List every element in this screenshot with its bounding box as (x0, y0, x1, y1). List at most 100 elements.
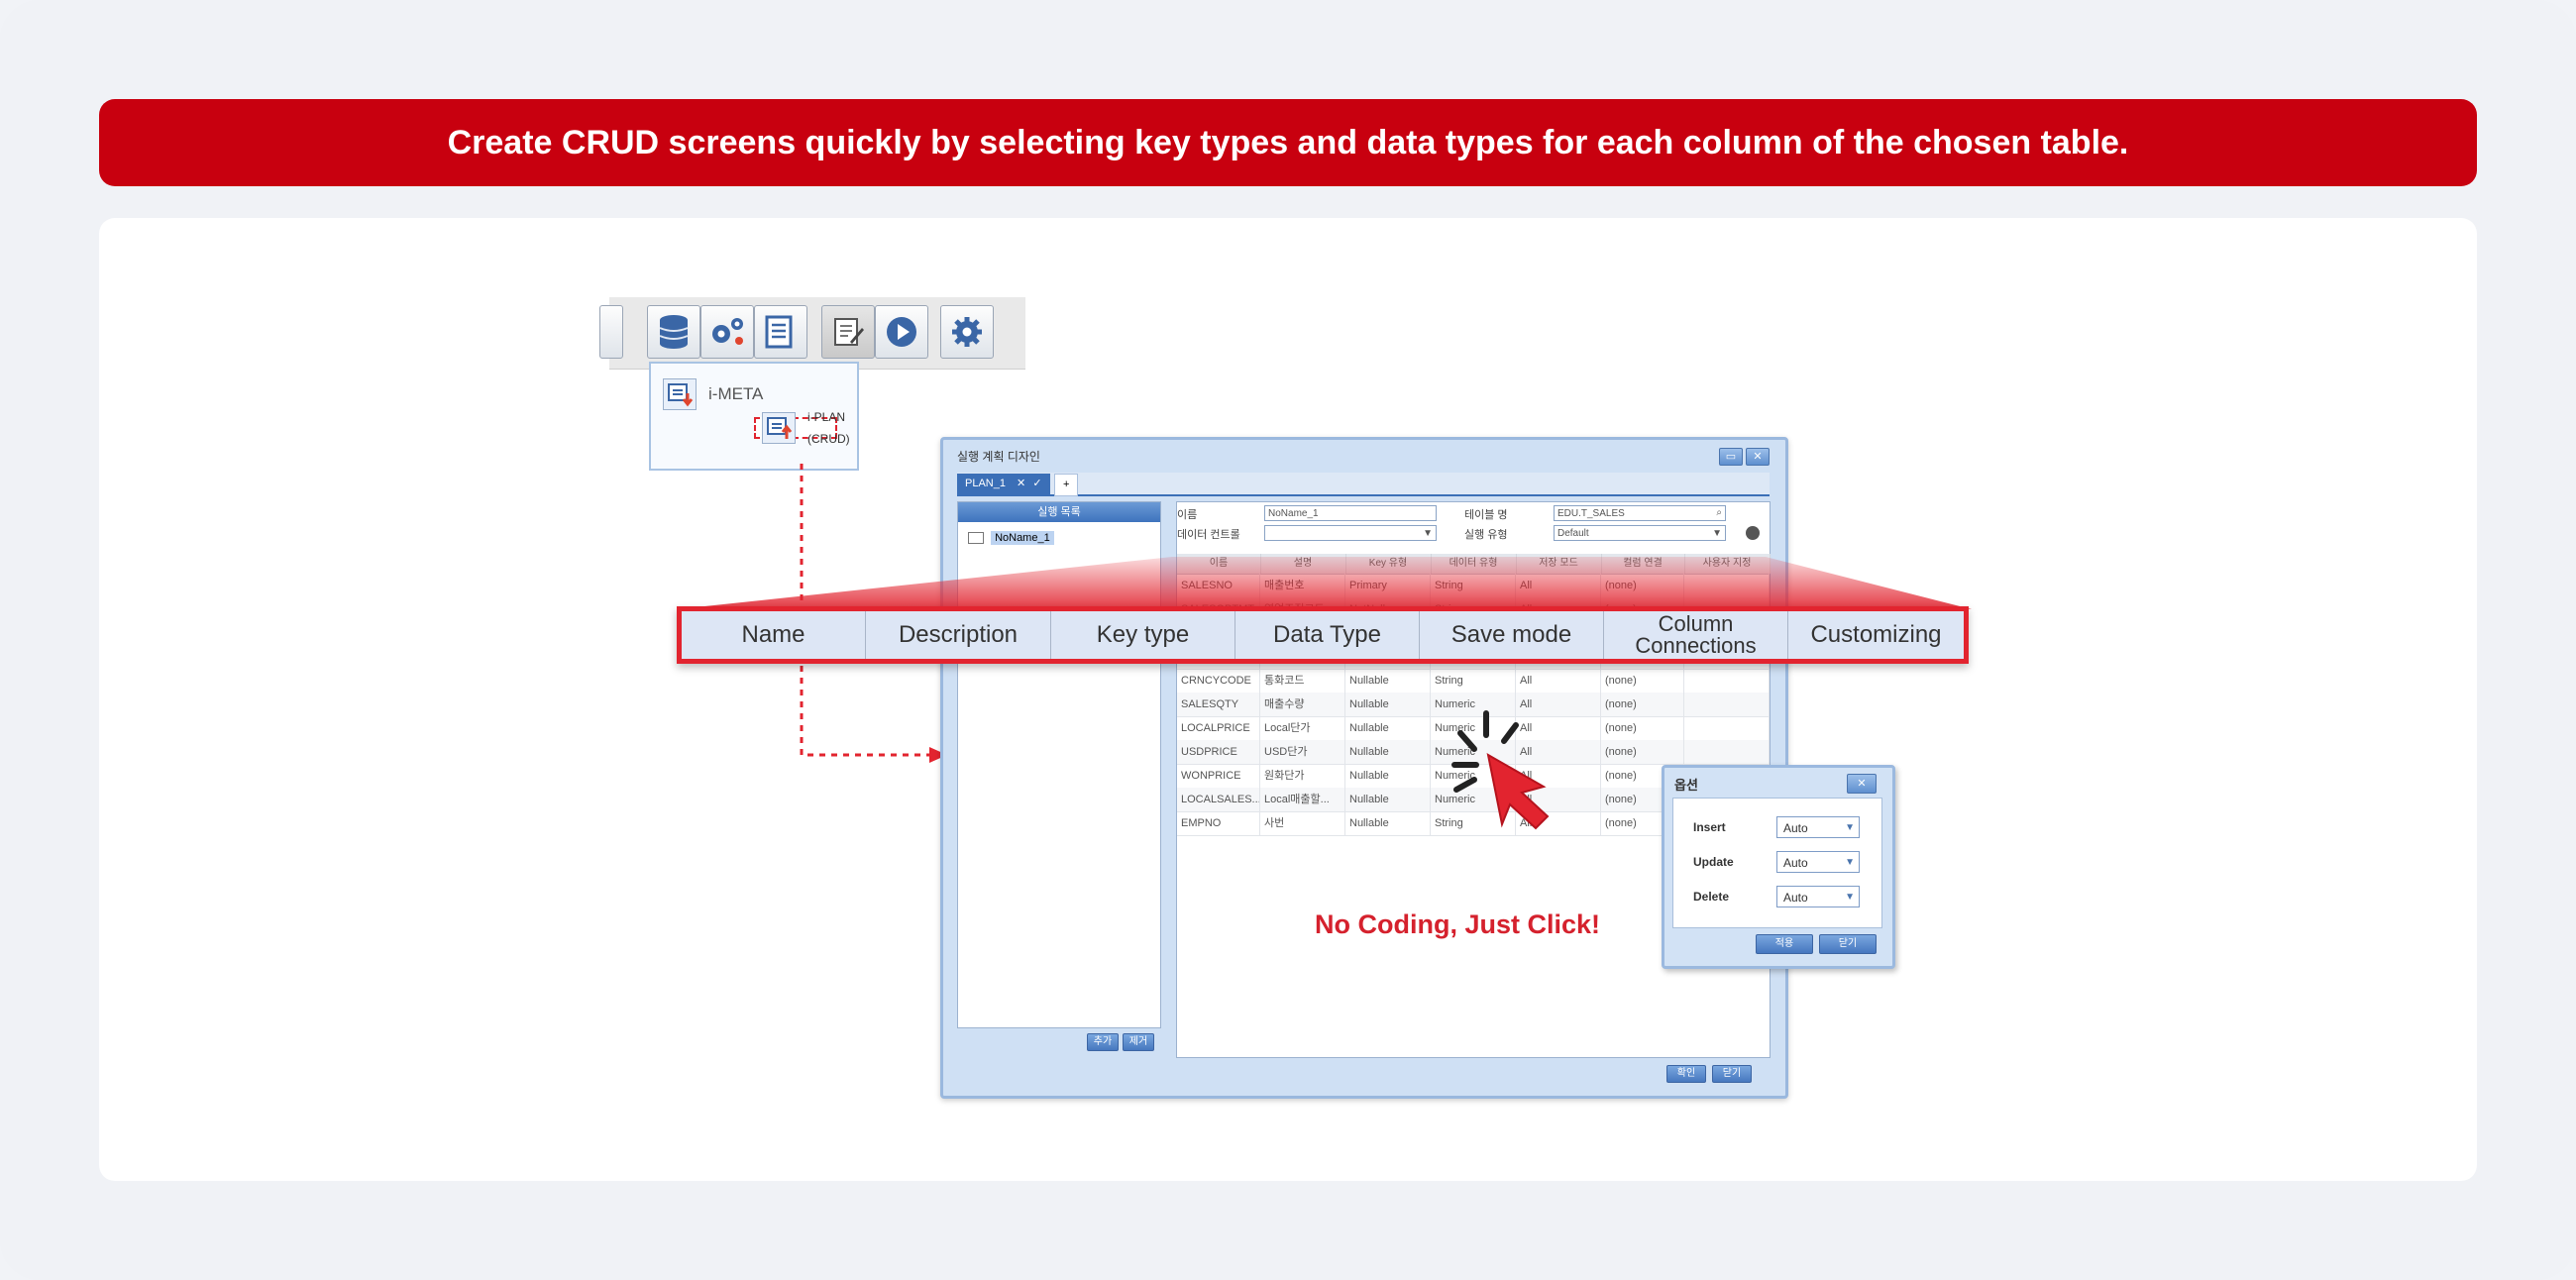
chevron-down-icon: ▼ (1845, 822, 1855, 833)
table-cell[interactable]: LOCALPRICE (1177, 716, 1260, 740)
update-value: Auto (1783, 856, 1808, 870)
play-icon (887, 317, 916, 347)
chevron-down-icon: ▼ (1423, 528, 1433, 539)
table-cell[interactable]: USDPRICE (1177, 740, 1260, 764)
zoom-col-line: Column (1658, 611, 1734, 636)
toolbar-partial-button[interactable] (599, 305, 623, 359)
table-cell[interactable]: WONPRICE (1177, 764, 1260, 788)
edit-button[interactable] (821, 305, 875, 359)
table-cell[interactable]: (none) (1601, 716, 1684, 740)
table-cell[interactable]: Local매출할... (1260, 788, 1345, 811)
tab-edit-icon[interactable]: ✓ (1032, 478, 1041, 489)
table-cell[interactable]: (none) (1601, 669, 1684, 693)
options-close-button[interactable]: 닫기 (1819, 934, 1877, 954)
ide-toolbar (599, 297, 1025, 370)
tab-plan-1[interactable]: PLAN_1 ✕ ✓ (957, 474, 1050, 494)
table-cell[interactable]: Nullable (1345, 716, 1431, 740)
database-button[interactable] (647, 305, 700, 359)
table-cell[interactable]: 매출수량 (1260, 693, 1345, 716)
search-icon[interactable]: ⌕ (1716, 505, 1722, 521)
ok-button[interactable]: 확인 (1666, 1065, 1706, 1083)
add-button[interactable]: 추가 (1087, 1033, 1119, 1051)
table-cell[interactable]: (none) (1601, 693, 1684, 716)
table-cell[interactable]: 원화단가 (1260, 764, 1345, 788)
grid-header-cell: 저장 모드 (1516, 554, 1602, 574)
table-cell[interactable]: EMPNO (1177, 811, 1260, 835)
options-dialog: 옵션 ✕ Insert Auto ▼ Update Auto ▼ Delete Au… (1662, 765, 1895, 969)
name-input[interactable]: NoName_1 (1264, 505, 1437, 521)
table-cell[interactable]: Nullable (1345, 788, 1431, 811)
table-cell[interactable]: SALESNO (1177, 574, 1260, 597)
table-input[interactable]: EDU.T_SALES ⌕ (1554, 505, 1726, 521)
data-control-select[interactable]: ▼ (1264, 525, 1437, 541)
options-close-icon[interactable]: ✕ (1847, 774, 1877, 794)
menu-item-label: i-PLAN (CRUD) (807, 410, 850, 446)
update-select[interactable]: Auto ▼ (1776, 851, 1860, 873)
delete-select[interactable]: Auto ▼ (1776, 886, 1860, 907)
table-row[interactable]: SALESNO 매출번호 Primary String All (none) (1177, 574, 1770, 598)
table-value: EDU.T_SALES (1557, 508, 1625, 519)
zoom-col-line: Connections (1635, 633, 1757, 658)
menu-item-i-plan[interactable]: i-PLAN (CRUD) (754, 410, 850, 446)
tree-item-noname[interactable]: NoName_1 (968, 531, 1054, 545)
table-cell[interactable]: USD단가 (1260, 740, 1345, 764)
plan-tabbar: PLAN_1 ✕ ✓ + (957, 473, 1770, 496)
database-icon (659, 315, 689, 349)
table-cell[interactable]: All (1516, 669, 1601, 693)
table-cell[interactable]: String (1431, 669, 1516, 693)
close-window-button[interactable]: ✕ (1746, 448, 1770, 466)
table-cell[interactable]: 매출번호 (1260, 574, 1345, 597)
table-cell[interactable]: CRNCYCODE (1177, 669, 1260, 693)
table-cell[interactable]: (none) (1601, 574, 1684, 597)
add-tab-button[interactable]: + (1054, 474, 1079, 496)
table-cell[interactable]: String (1431, 574, 1516, 597)
options-apply-button[interactable]: 적용 (1756, 934, 1813, 954)
run-button[interactable] (875, 305, 928, 359)
chevron-down-icon: ▼ (1845, 857, 1855, 868)
delete-value: Auto (1783, 891, 1808, 905)
exec-type-label: 실행 유형 (1464, 529, 1508, 541)
chevron-down-icon: ▼ (1712, 528, 1722, 539)
table-row[interactable]: CRNCYCODE 통화코드 Nullable String All (none) (1177, 669, 1770, 693)
grid-header-cell: 이름 (1177, 554, 1261, 574)
insert-select[interactable]: Auto ▼ (1776, 816, 1860, 838)
table-cell[interactable]: All (1516, 574, 1601, 597)
exec-type-select[interactable]: Default ▼ (1554, 525, 1726, 541)
gears-button[interactable] (700, 305, 754, 359)
table-cell[interactable]: Nullable (1345, 669, 1431, 693)
document-icon (765, 315, 793, 349)
table-cell[interactable]: Nullable (1345, 764, 1431, 788)
settings-button[interactable] (940, 305, 994, 359)
name-label: 이름 (1177, 509, 1198, 521)
remove-button[interactable]: 제거 (1123, 1033, 1154, 1051)
table-cell[interactable] (1684, 693, 1770, 716)
tab-close-icon[interactable]: ✕ (1017, 478, 1025, 489)
table-cell[interactable]: Local단가 (1260, 716, 1345, 740)
table-cell[interactable]: Nullable (1345, 740, 1431, 764)
table-cell[interactable]: 통화코드 (1260, 669, 1345, 693)
grid-header-cell: 사용자 지정 (1684, 554, 1771, 574)
close-button[interactable]: 닫기 (1712, 1065, 1752, 1083)
gear-icon[interactable] (1746, 526, 1760, 540)
table-cell[interactable]: (none) (1601, 740, 1684, 764)
document-button[interactable] (754, 305, 807, 359)
zoom-col-data-type: Data Type (1235, 611, 1420, 659)
maximize-button[interactable]: ▭ (1719, 448, 1743, 466)
table-cell[interactable] (1684, 574, 1770, 597)
table-cell[interactable] (1684, 716, 1770, 740)
upload-icon (762, 412, 796, 444)
table-cell[interactable]: SALESQTY (1177, 693, 1260, 716)
table-cell[interactable] (1684, 669, 1770, 693)
tree-node-icon (968, 532, 984, 545)
table-cell[interactable]: LOCALSALES... (1177, 788, 1260, 811)
table-cell[interactable] (1684, 740, 1770, 764)
click-cursor-icon (1451, 710, 1550, 830)
table-cell[interactable]: 사번 (1260, 811, 1345, 835)
table-cell[interactable]: Nullable (1345, 811, 1431, 835)
menu-item-label: i-META (708, 384, 764, 403)
table-cell[interactable]: Nullable (1345, 693, 1431, 716)
table-cell[interactable]: Primary (1345, 574, 1431, 597)
execution-list-pane: 실행 목록 NoName_1 (957, 501, 1161, 1028)
tab-label: PLAN_1 (965, 478, 1006, 489)
table-label: 테이블 명 (1464, 509, 1508, 521)
